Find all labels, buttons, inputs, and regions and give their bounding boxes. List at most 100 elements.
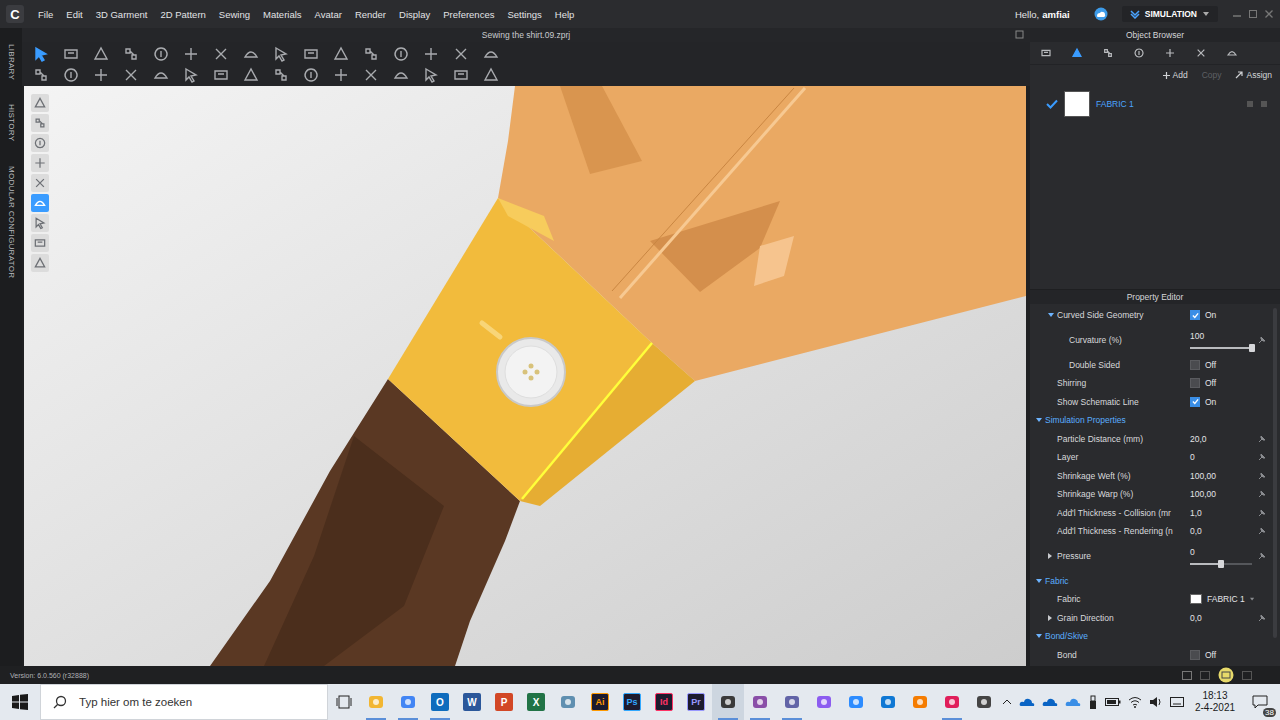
- pin-icon[interactable]: [1258, 614, 1266, 622]
- menu-item[interactable]: Settings: [507, 9, 541, 20]
- layout-icon[interactable]: [1200, 671, 1210, 680]
- value-field[interactable]: 0,0: [1190, 526, 1202, 536]
- browser-tab-icon[interactable]: [1195, 47, 1207, 59]
- garment-scene[interactable]: [24, 86, 1026, 666]
- tool-icon[interactable]: [182, 45, 200, 63]
- slider-track[interactable]: [1190, 347, 1252, 349]
- tool-icon[interactable]: [392, 66, 410, 84]
- menu-item[interactable]: Display: [399, 9, 430, 20]
- value-field[interactable]: 1,0: [1190, 508, 1202, 518]
- taskbar-app[interactable]: [776, 684, 808, 720]
- browser-tab-icon[interactable]: [1133, 47, 1145, 59]
- expander[interactable]: [1048, 313, 1057, 317]
- expander[interactable]: [1036, 634, 1045, 638]
- viewport-tool-icon[interactable]: [31, 194, 49, 212]
- tool-icon[interactable]: [332, 45, 350, 63]
- taskbar-app[interactable]: Id: [648, 684, 680, 720]
- scrollbar[interactable]: [1273, 308, 1277, 638]
- menu-item[interactable]: Materials: [263, 9, 302, 20]
- tool-icon[interactable]: [362, 66, 380, 84]
- viewport-tool-icon[interactable]: [31, 254, 49, 272]
- side-tab[interactable]: HISTORY: [7, 104, 16, 141]
- taskbar-app[interactable]: [744, 684, 776, 720]
- value-field[interactable]: 0: [1190, 547, 1252, 557]
- viewport-tool-icon[interactable]: [31, 114, 49, 132]
- value-field[interactable]: 0: [1190, 452, 1195, 462]
- taskbar-app[interactable]: [968, 684, 1000, 720]
- checkbox[interactable]: [1190, 310, 1200, 320]
- checkbox[interactable]: [1190, 650, 1200, 660]
- chevron-up-icon[interactable]: [1002, 698, 1012, 706]
- pin-icon[interactable]: [1258, 490, 1266, 498]
- expander[interactable]: [1036, 579, 1045, 583]
- checkbox[interactable]: [1190, 378, 1200, 388]
- layout-icon[interactable]: [1218, 667, 1234, 683]
- expander-arrow-icon[interactable]: [1036, 579, 1042, 583]
- side-tab[interactable]: MODULAR CONFIGURATOR: [7, 166, 16, 278]
- menu-item[interactable]: Render: [355, 9, 386, 20]
- cloud-icon[interactable]: [1092, 7, 1110, 21]
- menu-item[interactable]: Edit: [66, 9, 82, 20]
- tool-icon[interactable]: [482, 45, 500, 63]
- dropdown-icon[interactable]: [1250, 597, 1254, 602]
- tool-icon[interactable]: [332, 66, 350, 84]
- 3d-viewport[interactable]: [24, 86, 1026, 666]
- menu-item[interactable]: File: [38, 9, 53, 20]
- layout-icon[interactable]: [1242, 671, 1252, 680]
- viewport-tool-icon[interactable]: [31, 134, 49, 152]
- tool-icon[interactable]: [362, 45, 380, 63]
- notification-center[interactable]: 38: [1246, 695, 1274, 709]
- slider-track[interactable]: [1190, 563, 1252, 565]
- pin-icon[interactable]: [1258, 336, 1266, 344]
- expander-arrow-icon[interactable]: [1048, 313, 1054, 317]
- tool-icon[interactable]: [122, 45, 140, 63]
- user-name[interactable]: amfiai: [1042, 9, 1069, 20]
- browser-tab-icon[interactable]: [1102, 47, 1114, 59]
- volume-icon[interactable]: [1149, 696, 1163, 708]
- keyboard-icon[interactable]: [1170, 697, 1184, 707]
- taskbar-app[interactable]: [840, 684, 872, 720]
- pin-icon[interactable]: [1258, 435, 1266, 443]
- taskbar-app[interactable]: [392, 684, 424, 720]
- value-field[interactable]: 100,00: [1190, 489, 1216, 499]
- menu-item[interactable]: 2D Pattern: [160, 9, 205, 20]
- tool-icon[interactable]: [152, 66, 170, 84]
- taskbar-search[interactable]: Typ hier om te zoeken: [40, 684, 328, 720]
- checkbox[interactable]: [1190, 397, 1200, 407]
- tool-icon[interactable]: [62, 45, 80, 63]
- value-field[interactable]: 0,0: [1190, 613, 1202, 623]
- taskbar-app[interactable]: O: [424, 684, 456, 720]
- app-logo[interactable]: C: [6, 5, 24, 23]
- expander-arrow-icon[interactable]: [1036, 418, 1042, 422]
- expander[interactable]: [1048, 553, 1057, 559]
- task-view-button[interactable]: [328, 684, 360, 720]
- tool-icon[interactable]: [212, 66, 230, 84]
- action-button[interactable]: Assign: [1235, 70, 1272, 80]
- taskbar-app[interactable]: P: [488, 684, 520, 720]
- slider-thumb[interactable]: [1249, 344, 1255, 352]
- clock[interactable]: 18:132-4-2021: [1191, 690, 1239, 715]
- lock-icon[interactable]: [1260, 100, 1268, 108]
- tool-icon[interactable]: [62, 66, 80, 84]
- usb-icon[interactable]: [1088, 695, 1098, 709]
- expander[interactable]: [1036, 418, 1045, 422]
- fabric-item[interactable]: FABRIC 1: [1030, 89, 1280, 119]
- menu-item[interactable]: Sewing: [219, 9, 250, 20]
- taskbar-app[interactable]: [936, 684, 968, 720]
- taskbar-app[interactable]: X: [520, 684, 552, 720]
- tool-icon[interactable]: [302, 66, 320, 84]
- tool-icon[interactable]: [92, 45, 110, 63]
- menu-item[interactable]: 3D Garment: [96, 9, 148, 20]
- tool-icon[interactable]: [152, 45, 170, 63]
- slider-thumb[interactable]: [1218, 560, 1224, 568]
- taskbar-app[interactable]: Pr: [680, 684, 712, 720]
- taskbar-app[interactable]: [360, 684, 392, 720]
- value-field[interactable]: 100: [1190, 331, 1252, 341]
- tool-icon[interactable]: [392, 45, 410, 63]
- browser-tab-icon[interactable]: [1226, 47, 1238, 59]
- tool-icon[interactable]: [242, 66, 260, 84]
- checkbox[interactable]: [1190, 360, 1200, 370]
- fabric-select[interactable]: FABRIC 1: [1207, 594, 1245, 604]
- tool-icon[interactable]: [422, 66, 440, 84]
- taskbar-app[interactable]: [712, 684, 744, 720]
